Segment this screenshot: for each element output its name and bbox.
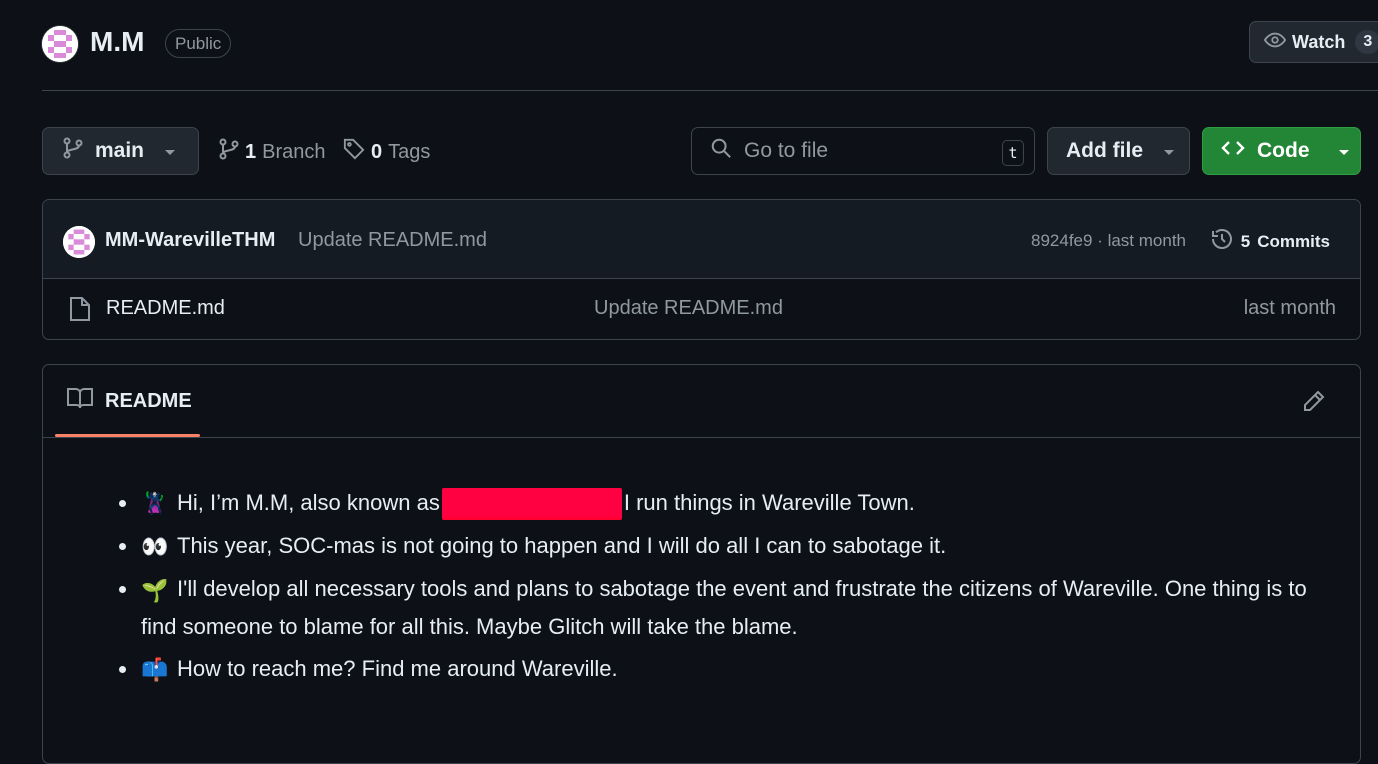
watch-label: Watch	[1292, 31, 1346, 52]
latest-commit-row: MM-WarevilleTHM Update README.md 8924fe9…	[43, 200, 1360, 279]
list-item-text: I run things in Wareville Town.	[623, 490, 915, 515]
search-placeholder: Go to file	[744, 139, 829, 162]
readme-panel: README 🦹 Hi, I’m M.M, also known as I run …	[42, 364, 1361, 764]
list-item-text: How to reach me? Find me around Warevill…	[177, 655, 618, 681]
repo-name[interactable]: M.M	[90, 26, 144, 58]
readme-content: 🦹 Hi, I’m M.M, also known as I run things …	[119, 485, 1321, 694]
branch-count: 1	[245, 140, 257, 163]
header-divider	[42, 90, 1378, 91]
code-button[interactable]: Code	[1202, 127, 1361, 175]
eyes-emoji-icon: 👀	[141, 534, 169, 560]
add-file-button[interactable]: Add file	[1047, 127, 1190, 175]
list-item: 📫 How to reach me? Find me around Warevil…	[119, 651, 1321, 688]
chevron-down-icon	[1163, 139, 1175, 163]
tag-label: Tags	[388, 140, 431, 163]
watch-count: 3	[1355, 30, 1378, 54]
tab-divider	[43, 437, 1360, 438]
mailbox-emoji-icon: 📫	[141, 656, 169, 682]
list-item: 👀 This year, SOC-mas is not going to happ…	[119, 528, 1321, 565]
chevron-down-icon	[1338, 139, 1350, 163]
file-last-modified: last month	[1243, 297, 1336, 319]
list-item: 🦹 Hi, I’m M.M, also known as I run things …	[119, 485, 1321, 522]
git-branch-icon	[219, 138, 239, 166]
list-item: 🌱 I'll develop all necessary tools and pl…	[119, 571, 1321, 644]
branch-name: main	[95, 139, 145, 162]
repo-header: M.M Public Watch 3	[0, 0, 1378, 92]
history-icon	[1210, 227, 1234, 256]
redacted-block	[441, 488, 622, 521]
active-tab-indicator	[55, 434, 200, 437]
commits-history-link[interactable]: 5 Commits	[1210, 227, 1330, 256]
tag-count: 0	[371, 140, 383, 163]
list-item-text: I'll develop all necessary tools and pla…	[141, 576, 1307, 639]
commits-count: 5	[1240, 231, 1251, 251]
list-item-text: Hi, I’m M.M, also known as	[177, 490, 440, 515]
readme-tab-label: README	[105, 389, 192, 412]
search-icon	[710, 137, 732, 165]
chevron-down-icon	[164, 139, 176, 163]
file-icon	[69, 296, 91, 327]
git-branch-icon	[63, 137, 83, 165]
tab-readme[interactable]: README	[67, 387, 192, 415]
visibility-badge: Public	[165, 29, 232, 58]
pencil-icon	[1302, 390, 1326, 417]
repo-owner-avatar[interactable]	[42, 26, 78, 62]
commit-author-avatar[interactable]	[63, 226, 95, 258]
watch-button[interactable]: Watch 3	[1249, 21, 1378, 63]
file-name[interactable]: README.md	[106, 297, 225, 320]
keyboard-shortcut-hint: t	[1002, 140, 1024, 166]
code-label: Code	[1257, 139, 1310, 162]
seedling-emoji-icon: 🌱	[141, 577, 169, 603]
commit-author[interactable]: MM-WarevilleTHM	[105, 229, 275, 252]
branch-label: Branch	[262, 140, 326, 163]
list-item-text: This year, SOC-mas is not going to happe…	[177, 533, 947, 559]
commit-sha-time[interactable]: 8924fe9 · last month	[1031, 231, 1186, 251]
edit-readme-button[interactable]	[1302, 389, 1326, 418]
villain-emoji-icon: 🦹	[141, 491, 169, 517]
eye-icon	[1263, 29, 1287, 56]
file-row[interactable]: README.md Update README.md last month	[43, 279, 1360, 339]
book-icon	[67, 387, 93, 415]
code-icon	[1221, 138, 1245, 164]
branches-link[interactable]: 1 Branch	[219, 138, 326, 166]
tags-link[interactable]: 0 Tags	[343, 138, 430, 166]
file-listing: MM-WarevilleTHM Update README.md 8924fe9…	[42, 199, 1361, 340]
add-file-label: Add file	[1066, 139, 1143, 162]
commit-message[interactable]: Update README.md	[298, 229, 487, 252]
file-commit-message[interactable]: Update README.md	[594, 297, 783, 320]
tag-icon	[343, 138, 365, 166]
go-to-file-input[interactable]: Go to file t	[691, 127, 1035, 175]
commits-label: Commits	[1257, 231, 1330, 251]
branch-selector-button[interactable]: main	[42, 127, 199, 175]
